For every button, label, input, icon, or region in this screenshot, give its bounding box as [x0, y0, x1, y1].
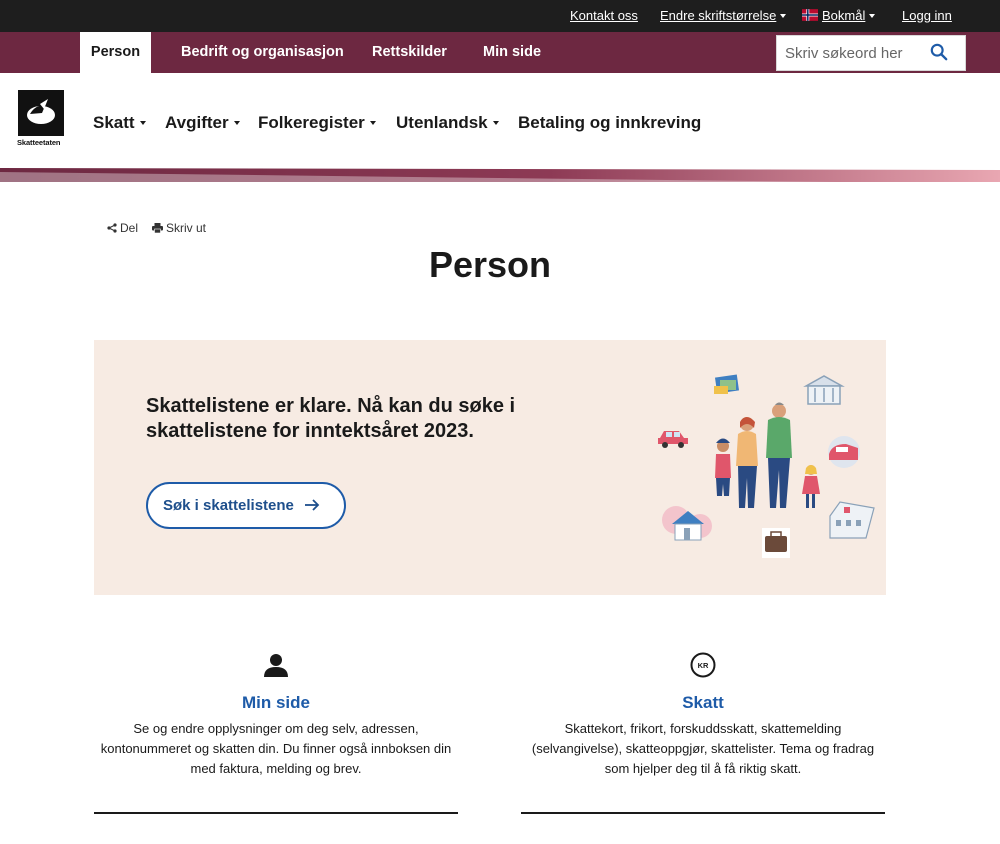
menu-label: Avgifter	[165, 113, 229, 132]
tax-lists-banner: Skattelistene er klare. Nå kan du søke i…	[94, 340, 886, 595]
login-link[interactable]: Logg inn	[902, 9, 952, 23]
language-dropdown[interactable]: Bokmål	[802, 8, 876, 23]
search-box	[776, 35, 966, 71]
logo-icon	[27, 99, 55, 124]
utility-bar: Kontakt oss Endre skriftstørrelse Bokmål…	[0, 0, 1000, 32]
skatteetaten-logo[interactable]: Skatteetaten	[17, 90, 64, 147]
person-icon	[264, 654, 288, 677]
share-icon	[107, 223, 117, 233]
norwegian-flag-icon	[802, 9, 818, 21]
coin-label: KR	[698, 661, 709, 670]
language-label: Bokmål	[822, 8, 866, 23]
chevron-down-icon	[869, 14, 876, 18]
card-description: Se og endre opplysninger om deg selv, ad…	[100, 721, 452, 776]
search-tax-lists-button[interactable]: Søk i skattelistene	[146, 482, 346, 529]
menu-label: Utenlandsk	[396, 113, 488, 132]
briefcase-icon	[762, 528, 790, 558]
contact-link[interactable]: Kontakt oss	[570, 9, 638, 23]
card-tax[interactable]: KR Skatt Skattekort, frikort, forskuddss…	[521, 648, 885, 814]
logo-text: Skatteetaten	[17, 138, 61, 147]
tab-person[interactable]: Person	[80, 32, 151, 73]
hospital-icon	[829, 501, 875, 539]
card-title: Min side	[241, 693, 310, 712]
train-icon	[828, 436, 860, 468]
print-link[interactable]: Skriv ut	[152, 221, 206, 235]
page-title: Person	[428, 244, 552, 285]
menu-avgifter[interactable]: Avgifter	[165, 113, 240, 133]
print-label: Skriv ut	[166, 221, 207, 235]
menu-skatt[interactable]: Skatt	[93, 113, 146, 133]
car-icon	[658, 431, 688, 448]
chevron-down-icon	[233, 121, 240, 125]
menu-label: Betaling og innkreving	[518, 113, 702, 132]
main-nav-bar: Person Bedrift og organisasjon Rettskild…	[0, 32, 1000, 73]
tab-my-page[interactable]: Min side	[483, 32, 541, 73]
printer-icon	[152, 223, 163, 234]
card-my-page[interactable]: Min side Se og endre opplysninger om deg…	[94, 648, 458, 814]
search-icon	[930, 43, 948, 60]
menu-utenlandsk[interactable]: Utenlandsk	[396, 113, 499, 133]
logo-mark	[18, 90, 64, 136]
banner-heading: Skattelistene er klare. Nå kan du søke i…	[146, 395, 516, 442]
tab-legal-sources[interactable]: Rettskilder	[372, 32, 447, 73]
header-decoration-stripe	[0, 168, 1000, 184]
money-icon	[714, 374, 740, 394]
font-size-label: Endre skriftstørrelse	[660, 8, 777, 23]
family-figures	[715, 402, 820, 508]
tab-business[interactable]: Bedrift og organisasjon	[181, 32, 344, 73]
arrow-right-icon	[305, 499, 320, 511]
kr-coin-icon: KR	[690, 652, 716, 678]
card-description: Skattekort, frikort, forskuddsskatt, ska…	[531, 721, 875, 776]
menu-label: Skatt	[93, 113, 135, 132]
family-illustration	[658, 374, 875, 558]
search-button[interactable]	[927, 41, 951, 65]
card-title: Skatt	[682, 693, 724, 712]
menu-folkeregister[interactable]: Folkeregister	[258, 113, 376, 133]
chevron-down-icon	[780, 14, 787, 18]
menu-label: Folkeregister	[258, 113, 365, 132]
menu-betaling[interactable]: Betaling og innkreving	[518, 113, 701, 133]
share-link[interactable]: Del	[107, 221, 138, 235]
share-label: Del	[120, 221, 139, 235]
chevron-down-icon	[369, 121, 376, 125]
chevron-down-icon	[492, 121, 499, 125]
building-icon	[803, 375, 845, 405]
button-label: Søk i skattelistene	[163, 496, 294, 514]
search-input[interactable]	[785, 36, 925, 70]
font-size-dropdown[interactable]: Endre skriftstørrelse	[660, 8, 787, 23]
house-icon	[662, 506, 712, 541]
chevron-down-icon	[139, 121, 146, 125]
